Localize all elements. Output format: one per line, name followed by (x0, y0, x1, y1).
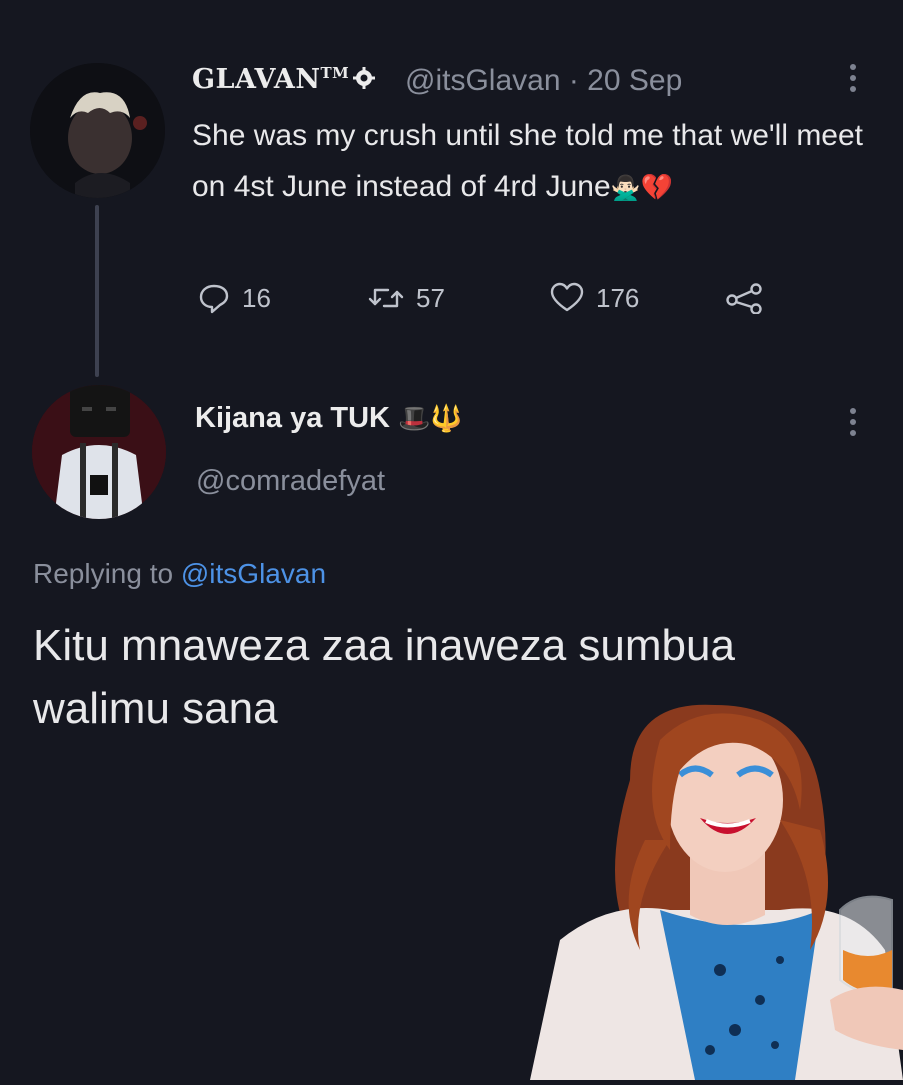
man-gesturing-no-emoji: 🙅🏻‍♂️ (610, 175, 641, 202)
replying-to: Replying to @itsGlavan (33, 558, 327, 589)
replying-to-mention[interactable]: @itsGlavan (181, 558, 326, 589)
more-options-icon[interactable] (849, 408, 857, 441)
original-display-name[interactable]: GLAVANTM (192, 64, 376, 96)
original-tweet-avatar[interactable] (30, 63, 165, 198)
broken-heart-emoji: 💔 (640, 172, 673, 202)
share-action[interactable] (725, 282, 765, 314)
original-tweet-text: She was my crush until she told me that … (192, 119, 864, 203)
reply-icon (198, 282, 230, 314)
tophat-trident-emojis: 🎩🔱 (398, 403, 463, 433)
like-count: 176 (596, 282, 640, 313)
share-icon (725, 282, 765, 314)
original-handle-time[interactable]: @itsGlavan · 20 Sep (405, 64, 682, 98)
reply-action[interactable]: 16 (198, 282, 271, 314)
reply-handle[interactable]: @comradefyat (196, 465, 385, 498)
tweet-actions: 16 57 176 (190, 282, 790, 322)
verified-badge-icon (353, 65, 376, 96)
laughing-woman-sticker (520, 700, 903, 1080)
like-icon (550, 282, 584, 314)
retweet-action[interactable]: 57 (368, 282, 445, 314)
thread-line (95, 205, 99, 377)
retweet-count: 57 (416, 282, 445, 313)
reply-count: 16 (242, 282, 271, 313)
retweet-icon (368, 282, 404, 314)
reply-display-name[interactable]: Kijana ya TUK 🎩🔱 (195, 402, 463, 435)
like-action[interactable]: 176 (550, 282, 639, 314)
more-options-icon[interactable] (849, 64, 857, 97)
reply-tweet-avatar[interactable] (32, 385, 166, 519)
